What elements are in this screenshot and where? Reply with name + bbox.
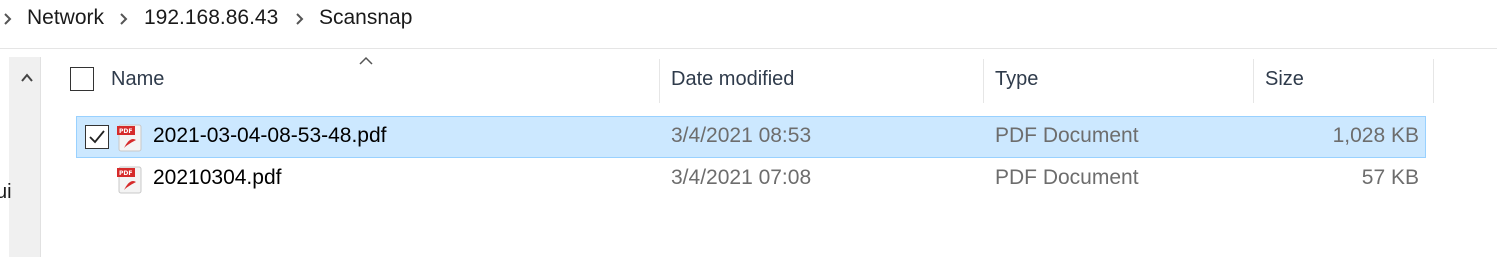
nav-item-partial[interactable]: ui — [0, 181, 12, 204]
scroll-up-icon[interactable] — [19, 71, 35, 85]
chevron-right-icon[interactable] — [118, 11, 130, 27]
column-divider[interactable] — [659, 59, 660, 103]
column-header-row: Name Date modified Type Size — [55, 55, 1435, 103]
chevron-right-icon — [4, 13, 12, 25]
column-header-type[interactable]: Type — [995, 68, 1038, 91]
column-divider[interactable] — [1253, 59, 1254, 103]
chevron-right-icon[interactable] — [294, 11, 306, 27]
column-divider[interactable] — [1433, 59, 1434, 103]
file-row[interactable]: PDF 2021-03-04-08-53-48.pdf 3/4/2021 08:… — [76, 116, 1426, 158]
pdf-icon: PDF — [117, 124, 142, 152]
file-date-modified: 3/4/2021 07:08 — [671, 166, 812, 189]
file-type: PDF Document — [995, 166, 1139, 189]
row-checkbox[interactable] — [85, 125, 109, 149]
file-size: 1,028 KB — [1332, 124, 1419, 147]
breadcrumb-item-scansnap[interactable]: Scansnap — [319, 6, 412, 30]
checkmark-icon — [89, 130, 105, 144]
column-header-size[interactable]: Size — [1265, 68, 1304, 91]
navigation-pane: ui — [0, 49, 41, 257]
file-name[interactable]: 2021-03-04-08-53-48.pdf — [153, 124, 387, 148]
column-header-date-modified[interactable]: Date modified — [671, 68, 794, 91]
sort-ascending-icon — [359, 56, 373, 65]
select-all-checkbox[interactable] — [70, 67, 94, 91]
file-name[interactable]: 20210304.pdf — [153, 166, 281, 190]
svg-text:PDF: PDF — [119, 170, 132, 177]
file-row[interactable]: PDF 20210304.pdf 3/4/2021 07:08 PDF Docu… — [76, 158, 1426, 200]
breadcrumb-item-network[interactable]: Network — [27, 6, 104, 30]
file-date-modified: 3/4/2021 08:53 — [671, 124, 812, 147]
file-size: 57 KB — [1361, 166, 1419, 189]
breadcrumb-item-host[interactable]: 192.168.86.43 — [144, 6, 278, 30]
column-header-name[interactable]: Name — [111, 68, 164, 91]
breadcrumb: Network 192.168.86.43 Scansnap — [0, 0, 1497, 49]
file-type: PDF Document — [995, 124, 1139, 147]
svg-text:PDF: PDF — [119, 128, 132, 135]
pdf-icon: PDF — [117, 166, 142, 194]
nav-scrollbar[interactable] — [9, 57, 41, 257]
column-divider[interactable] — [983, 59, 984, 103]
